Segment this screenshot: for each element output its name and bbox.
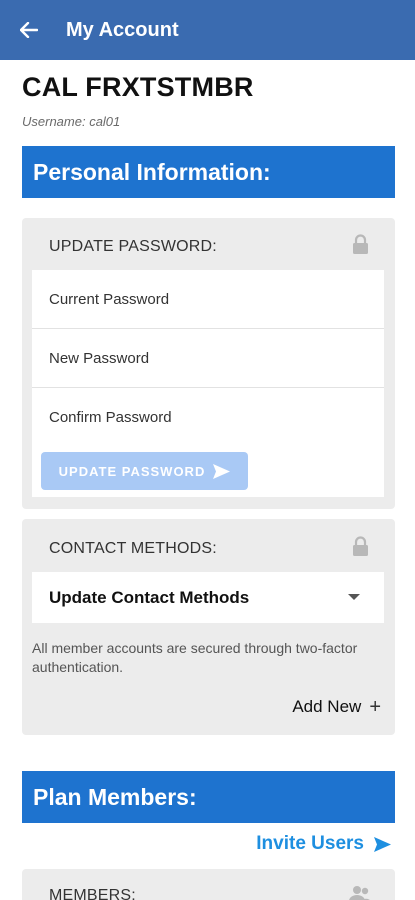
update-password-card: UPDATE PASSWORD: Current Password New Pa…: [22, 218, 395, 509]
invite-users-label: Invite Users: [256, 833, 364, 854]
plus-icon: +: [369, 696, 381, 718]
add-new-label: Add New: [292, 697, 362, 716]
two-factor-note: All member accounts are secured through …: [32, 640, 358, 675]
current-password-field[interactable]: Current Password: [32, 270, 384, 329]
confirm-password-placeholder: Confirm Password: [49, 409, 172, 426]
update-password-button-label: UPDATE PASSWORD: [58, 463, 206, 479]
lock-icon: [353, 234, 368, 254]
plan-members-banner: Plan Members:: [22, 771, 395, 823]
add-new-button[interactable]: Add New +: [292, 697, 381, 717]
arrow-left-icon: [20, 22, 38, 38]
new-password-field[interactable]: New Password: [32, 329, 384, 388]
account-name: CAL FRXTSTMBR: [22, 72, 254, 102]
contact-methods-select[interactable]: Update Contact Methods: [32, 572, 384, 623]
back-button[interactable]: [0, 0, 58, 60]
send-icon: [374, 836, 391, 852]
current-password-placeholder: Current Password: [49, 290, 170, 308]
plan-members-title: Plan Members:: [33, 783, 197, 810]
app-bar: My Account: [0, 0, 415, 60]
personal-info-banner: Personal Information:: [22, 146, 395, 198]
account-username: Username: cal01: [22, 114, 121, 129]
confirm-password-field[interactable]: Confirm Password: [32, 388, 384, 447]
contact-methods-card: CONTACT METHODS: Update Contact Methods …: [22, 519, 395, 735]
members-card: MEMBERS:: [22, 869, 395, 900]
lock-icon: [353, 536, 368, 556]
personal-info-title: Personal Information:: [33, 158, 271, 185]
users-icon: [349, 886, 370, 900]
update-password-button[interactable]: UPDATE PASSWORD: [41, 452, 248, 490]
send-icon: [213, 463, 231, 479]
contact-methods-heading: CONTACT METHODS:: [49, 540, 217, 557]
invite-users-link[interactable]: Invite Users: [256, 833, 391, 855]
members-heading: MEMBERS:: [49, 887, 136, 900]
page-title: My Account: [66, 18, 179, 41]
chevron-down-icon: [348, 594, 360, 600]
contact-methods-select-value: Update Contact Methods: [49, 587, 250, 607]
new-password-placeholder: New Password: [49, 349, 150, 367]
update-password-heading: UPDATE PASSWORD:: [49, 238, 217, 255]
